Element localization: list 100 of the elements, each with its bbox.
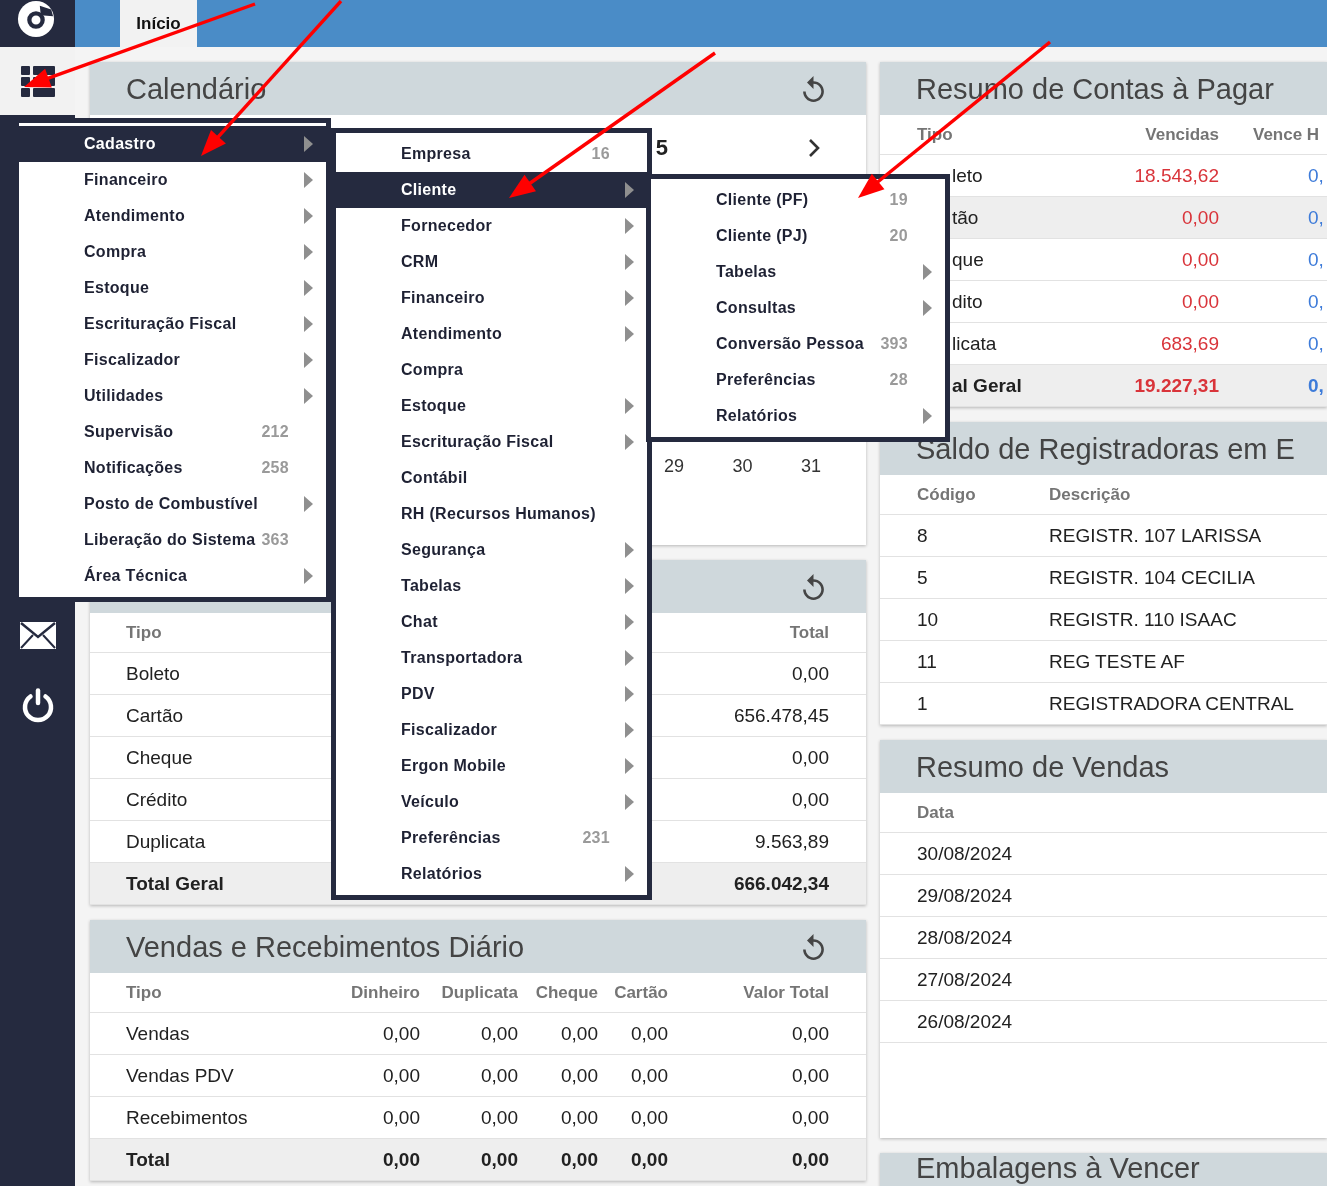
table-cell: 27/08/2024	[880, 959, 1327, 1001]
menu-item[interactable]: Liberação do Sistema 363	[19, 522, 326, 558]
menu-item[interactable]: Fornecedor	[336, 208, 647, 244]
menu-item[interactable]: Cadastro	[19, 126, 326, 162]
table-cell: 19.227,31	[1120, 365, 1219, 407]
table-cell: Recebimentos	[90, 1097, 340, 1139]
card-title: Resumo de Vendas	[916, 749, 1170, 784]
table-cell: 30/08/2024	[880, 833, 1327, 875]
menu-item[interactable]: Segurança	[336, 532, 647, 568]
table-cell: 0,	[1219, 281, 1327, 323]
table-cell: 8	[880, 515, 1049, 557]
menu-item[interactable]: Compra	[336, 352, 647, 388]
menu-item[interactable]: PDV	[336, 676, 647, 712]
calendar-day[interactable]: 30	[722, 446, 763, 486]
menu-item[interactable]: Área Técnica	[19, 558, 326, 594]
table-cell: 0,00	[518, 1139, 598, 1181]
refresh-icon[interactable]	[803, 573, 824, 600]
item-count: 212	[261, 423, 289, 441]
menu-item[interactable]: Consultas	[651, 290, 945, 326]
table-cell: Crédito	[90, 779, 330, 821]
menu-item[interactable]: Contábil	[336, 460, 647, 496]
card-title: Vendas e Recebimentos Diário	[126, 929, 525, 964]
item-count: 20	[889, 227, 908, 245]
month-label: 5	[655, 135, 668, 161]
table-cell: 0,00	[598, 1139, 668, 1181]
table-cell: 0,	[1219, 365, 1327, 407]
table-cell: 10	[880, 599, 1049, 641]
menu-item[interactable]: Atendimento	[19, 198, 326, 234]
menu-item[interactable]: Conversão Pessoa 393	[651, 326, 945, 362]
table-cell: 1	[880, 683, 1049, 725]
menu-item[interactable]: Compra	[19, 234, 326, 270]
menu-item[interactable]: Financeiro	[19, 162, 326, 198]
menu-item[interactable]: Posto de Combustível	[19, 486, 326, 522]
table-cell: REGISTR. 104 CECILIA	[1049, 557, 1327, 599]
menu-item[interactable]: Tabelas	[651, 254, 945, 290]
card-title: Embalagens à Vencer	[916, 1153, 1200, 1183]
table-cell: 0,00	[733, 737, 866, 779]
menu-item[interactable]: Escrituração Fiscal	[19, 306, 326, 342]
menu-item[interactable]: Relatórios	[336, 856, 647, 892]
table-cell: REGISTR. 107 LARISSA	[1049, 515, 1327, 557]
menu-item[interactable]: Cliente (PJ) 20	[651, 218, 945, 254]
item-count: 16	[591, 145, 610, 163]
chevron-right-icon[interactable]	[808, 138, 820, 158]
table-cell: 9.563,89	[733, 821, 866, 863]
menu-item[interactable]: Cliente	[336, 172, 647, 208]
menu-item[interactable]: Utilidades	[19, 378, 326, 414]
table-cell: 0,00	[1120, 197, 1219, 239]
menu-item[interactable]: Fiscalizador	[336, 712, 647, 748]
menu-item[interactable]: Escrituração Fiscal	[336, 424, 647, 460]
menu-item[interactable]: Atendimento	[336, 316, 647, 352]
calendar-day[interactable]: 29	[654, 446, 694, 486]
table-cell: Total Geral	[90, 863, 330, 905]
menu-item[interactable]: Ergon Mobile	[336, 748, 647, 784]
table-cell: 0,00	[340, 1139, 420, 1181]
column-header: Vence H	[1219, 115, 1327, 155]
column-header: Data	[880, 793, 1327, 833]
table-cell: 0,00	[668, 1013, 866, 1055]
menu-item[interactable]: CRM	[336, 244, 647, 280]
menu-item[interactable]: Cliente (PF) 19	[651, 182, 945, 218]
menu-item[interactable]: Fiscalizador	[19, 342, 326, 378]
menu-item[interactable]: Tabelas	[336, 568, 647, 604]
menu-item[interactable]: Transportadora	[336, 640, 647, 676]
column-header: Descrição	[1049, 475, 1327, 515]
menu-item[interactable]: Supervisão 212	[19, 414, 326, 450]
table-cell: 0,00	[668, 1139, 866, 1181]
menu-item[interactable]: Estoque	[19, 270, 326, 306]
item-count: 393	[880, 335, 908, 353]
table-cell: 656.478,45	[733, 695, 866, 737]
table-cell: Vendas	[90, 1013, 340, 1055]
column-header: Código	[880, 475, 1049, 515]
menu-item[interactable]: Empresa 16	[336, 136, 647, 172]
menu-item[interactable]: Chat	[336, 604, 647, 640]
table-cell: 0,	[1219, 239, 1327, 281]
item-count: 231	[582, 829, 610, 847]
table-cell: tão	[950, 197, 1120, 239]
item-count: 19	[889, 191, 908, 209]
mail-icon[interactable]	[19, 622, 56, 649]
table-cell: 0,	[1219, 197, 1327, 239]
menu-item[interactable]: Relatórios	[651, 398, 945, 434]
table-cell: REGISTRADORA CENTRAL	[1049, 683, 1327, 725]
tab[interactable]: Início	[120, 0, 197, 47]
table-cell: Boleto	[90, 653, 330, 695]
table-cell: 29/08/2024	[880, 875, 1327, 917]
menu-item[interactable]: Notificações 258	[19, 450, 326, 486]
column-header: Total	[733, 613, 866, 653]
menu-item[interactable]: Estoque	[336, 388, 647, 424]
menu-item[interactable]: Financeiro	[336, 280, 647, 316]
refresh-icon[interactable]	[803, 75, 824, 102]
calendar-day[interactable]: 31	[791, 446, 831, 486]
refresh-icon[interactable]	[803, 933, 824, 960]
table-cell: 0,00	[668, 1055, 866, 1097]
menu-item[interactable]: Preferências 231	[336, 820, 647, 856]
menu-item[interactable]: Veículo	[336, 784, 647, 820]
table-cell: Cheque	[90, 737, 330, 779]
menu-item[interactable]: Preferências 28	[651, 362, 945, 398]
power-icon[interactable]	[20, 688, 55, 723]
table-cell: Cartão	[90, 695, 330, 737]
item-count: 28	[889, 371, 908, 389]
menu-item[interactable]: RH (Recursos Humanos)	[336, 496, 647, 532]
item-count: 363	[261, 531, 289, 549]
